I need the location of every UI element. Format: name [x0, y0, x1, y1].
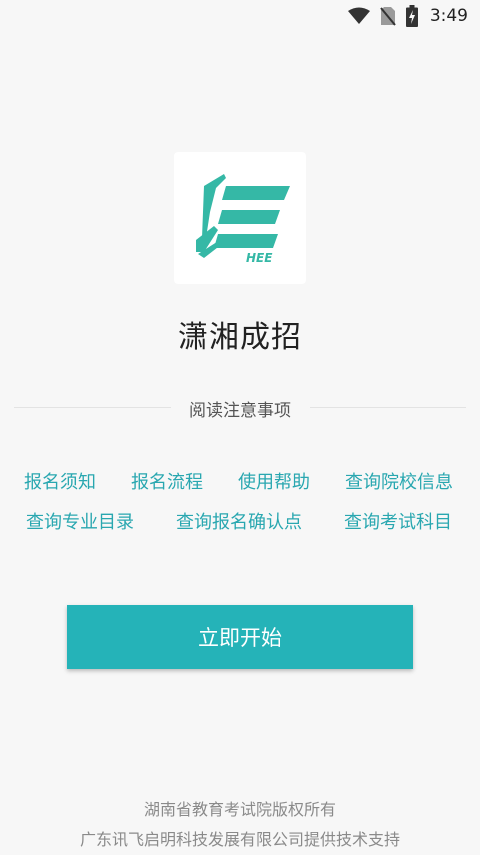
link-registration-notice[interactable]: 报名须知 [24, 468, 96, 494]
link-usage-help[interactable]: 使用帮助 [238, 468, 310, 494]
wifi-icon [347, 7, 370, 25]
start-button[interactable]: 立即开始 [67, 605, 413, 669]
link-query-major-catalog[interactable]: 查询专业目录 [26, 508, 134, 534]
app-title: 潇湘成招 [178, 320, 302, 355]
clock: 3:49 [429, 6, 468, 26]
app-logo: HEE [174, 152, 306, 284]
battery-charging-icon [405, 5, 418, 27]
link-registration-process[interactable]: 报名流程 [131, 468, 203, 494]
no-sim-icon [380, 6, 396, 26]
footer-tech-support: 广东讯飞启明科技发展有限公司提供技术支持 [79, 830, 400, 849]
footer-copyright: 湖南省教育考试院版权所有 [143, 800, 336, 819]
logo-caption: HEE [246, 251, 273, 265]
notice-label: 阅读注意事项 [189, 401, 291, 421]
link-query-confirmation-point[interactable]: 查询报名确认点 [176, 508, 302, 534]
link-query-school-info[interactable]: 查询院校信息 [345, 468, 453, 494]
status-bar: 3:49 [0, 0, 480, 32]
link-query-exam-subjects[interactable]: 查询考试科目 [344, 508, 452, 534]
